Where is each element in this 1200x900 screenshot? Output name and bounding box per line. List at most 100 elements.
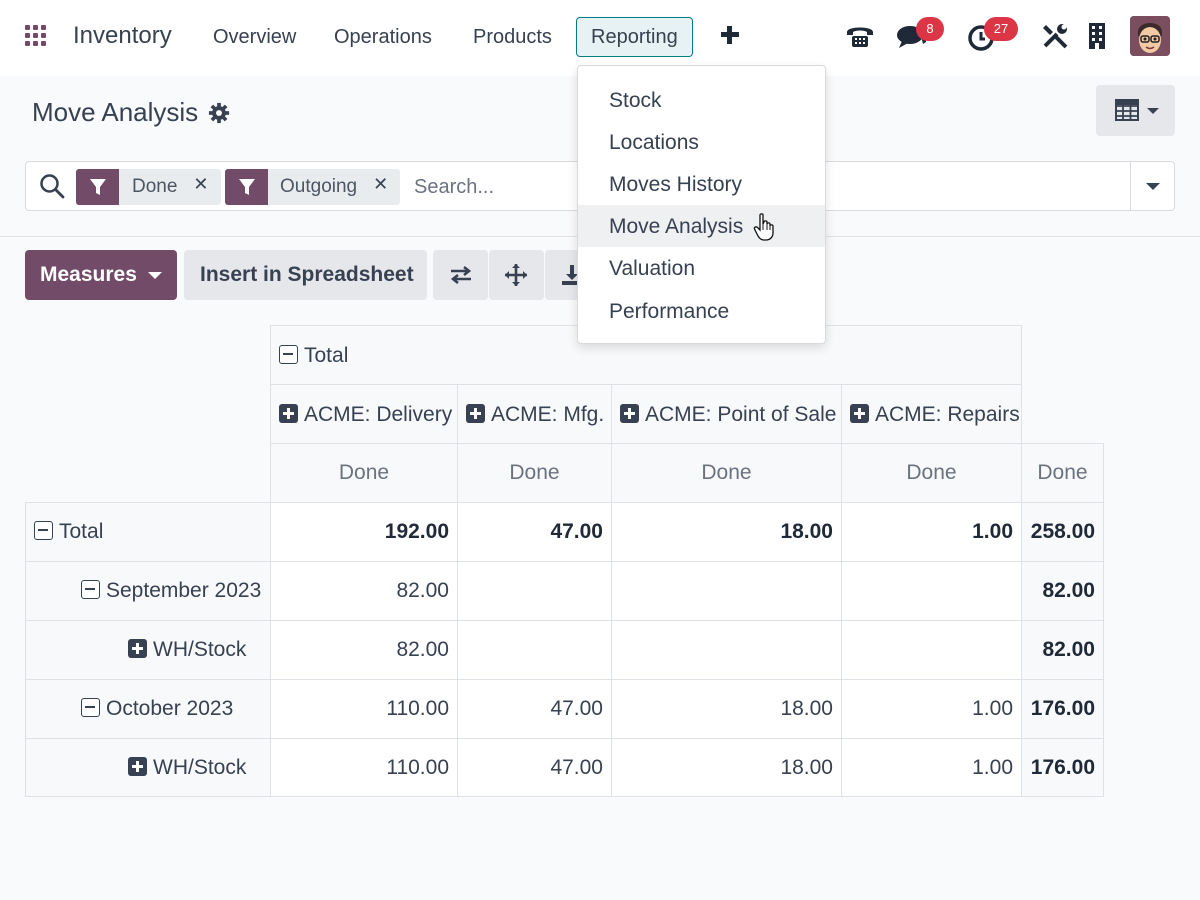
filter-facet-outgoing: Outgoing ✕ xyxy=(225,169,401,205)
col-header-pos[interactable]: ACME: Point of Sale xyxy=(611,384,842,444)
pivot-total-cell[interactable]: 176.00 xyxy=(1021,679,1104,739)
tools-icon[interactable] xyxy=(1041,22,1069,50)
pivot-cell[interactable]: 47.00 xyxy=(457,738,612,797)
menu-reporting[interactable]: Reporting xyxy=(576,17,693,57)
pivot-total-cell[interactable]: 82.00 xyxy=(1021,561,1104,621)
pivot-cell[interactable]: 1.00 xyxy=(841,738,1022,797)
col-header-label: ACME: Point of Sale xyxy=(645,403,837,426)
flip-axis-button[interactable] xyxy=(433,250,488,300)
collapse-icon xyxy=(81,698,100,717)
pivot-cell[interactable]: 82.00 xyxy=(270,561,458,621)
apps-icon[interactable] xyxy=(25,25,47,47)
pivot-cell[interactable] xyxy=(841,561,1022,621)
col-header-label: ACME: Repairs xyxy=(875,403,1020,426)
expand-icon xyxy=(128,757,147,776)
filter-icon xyxy=(225,169,268,205)
activities-badge: 27 xyxy=(984,17,1018,41)
close-icon[interactable]: ✕ xyxy=(367,169,400,205)
pivot-cell[interactable]: 18.00 xyxy=(611,502,842,562)
pivot-cell[interactable] xyxy=(457,620,612,680)
pivot-cell[interactable]: 47.00 xyxy=(457,679,612,739)
gear-icon[interactable] xyxy=(208,102,230,124)
pivot-cell[interactable]: 47.00 xyxy=(457,502,612,562)
pivot-cell[interactable] xyxy=(611,620,842,680)
menu-item-performance[interactable]: Performance xyxy=(578,290,825,332)
menu-item-moves-history[interactable]: Moves History xyxy=(578,163,825,205)
close-icon[interactable]: ✕ xyxy=(187,169,220,205)
row-header-total[interactable]: Total xyxy=(25,502,271,562)
pivot-cell[interactable]: 110.00 xyxy=(270,738,458,797)
measure-header[interactable]: Done xyxy=(611,443,842,503)
menu-item-valuation[interactable]: Valuation xyxy=(578,247,825,289)
pivot-cell[interactable]: 18.00 xyxy=(611,679,842,739)
menu-item-stock[interactable]: Stock xyxy=(578,79,825,121)
menu-products[interactable]: Products xyxy=(473,26,552,49)
pivot-total-cell[interactable]: 258.00 xyxy=(1021,502,1104,562)
expand-all-icon xyxy=(505,264,527,286)
row-header-wh-stock[interactable]: WH/Stock xyxy=(25,738,271,797)
pivot-total-cell[interactable]: 176.00 xyxy=(1021,738,1104,797)
measures-button[interactable]: Measures xyxy=(25,250,177,300)
search-options-toggle[interactable] xyxy=(1130,162,1175,210)
menu-item-locations[interactable]: Locations xyxy=(578,121,825,163)
menu-overview[interactable]: Overview xyxy=(213,26,296,49)
col-header-label: ACME: Delivery xyxy=(304,403,453,426)
menu-item-move-analysis[interactable]: Move Analysis xyxy=(578,205,825,247)
flip-axis-icon xyxy=(450,265,472,285)
pivot-view-switcher[interactable] xyxy=(1096,85,1175,136)
measures-label: Measures xyxy=(40,263,137,286)
collapse-icon xyxy=(34,521,53,540)
pivot-cell[interactable]: 18.00 xyxy=(611,738,842,797)
pivot-cell[interactable]: 1.00 xyxy=(841,502,1022,562)
pivot-cell[interactable] xyxy=(841,620,1022,680)
hand-cursor-icon xyxy=(753,213,774,241)
page-title: Move Analysis xyxy=(32,97,199,127)
avatar[interactable] xyxy=(1130,16,1170,56)
measure-header[interactable]: Done xyxy=(841,443,1022,503)
col-header-repairs[interactable]: ACME: Repairs xyxy=(841,384,1022,444)
collapse-icon xyxy=(81,580,100,599)
measure-header[interactable]: Done xyxy=(270,443,458,503)
facet-label: Outgoing xyxy=(280,176,358,197)
expand-icon xyxy=(279,404,298,423)
pivot-cell[interactable]: 1.00 xyxy=(841,679,1022,739)
pivot-cell[interactable]: 110.00 xyxy=(270,679,458,739)
col-header-total-label: Total xyxy=(304,344,349,367)
pivot-cell[interactable]: 82.00 xyxy=(270,620,458,680)
row-header-september[interactable]: September 2023 xyxy=(25,561,271,621)
expand-icon xyxy=(128,639,147,658)
building-icon[interactable] xyxy=(1087,22,1107,50)
row-header-label: October 2023 xyxy=(106,697,234,720)
collapse-icon xyxy=(279,345,298,364)
row-header-label: September 2023 xyxy=(106,579,262,602)
col-header-delivery[interactable]: ACME: Delivery xyxy=(270,384,458,444)
measure-header[interactable]: Done xyxy=(1021,443,1104,503)
col-header-mfg[interactable]: ACME: Mfg. xyxy=(457,384,612,444)
app-brand[interactable]: Inventory xyxy=(73,22,172,50)
facet-label: Done xyxy=(132,176,178,197)
caret-down-icon xyxy=(148,272,162,279)
row-header-october[interactable]: October 2023 xyxy=(25,679,271,739)
measure-header[interactable]: Done xyxy=(457,443,612,503)
menu-operations[interactable]: Operations xyxy=(334,26,432,49)
pivot-cell[interactable]: 192.00 xyxy=(270,502,458,562)
messages-badge: 8 xyxy=(916,17,944,41)
expand-icon xyxy=(466,404,485,423)
pivot-cell[interactable] xyxy=(457,561,612,621)
reporting-dropdown-menu: Stock Locations Moves History Move Analy… xyxy=(577,65,826,344)
plus-icon[interactable] xyxy=(719,24,741,46)
pivot-total-cell[interactable]: 82.00 xyxy=(1021,620,1104,680)
filter-icon xyxy=(76,169,119,205)
phone-icon[interactable] xyxy=(844,20,876,52)
chevron-down-icon xyxy=(1147,108,1159,114)
expand-icon xyxy=(620,404,639,423)
search-icon xyxy=(40,174,65,199)
insert-spreadsheet-button[interactable]: Insert in Spreadsheet xyxy=(184,250,427,300)
pivot-cell[interactable] xyxy=(611,561,842,621)
filter-facet-done: Done ✕ xyxy=(76,169,221,205)
row-header-wh-stock[interactable]: WH/Stock xyxy=(25,620,271,680)
expand-all-button[interactable] xyxy=(489,250,544,300)
row-header-label: WH/Stock xyxy=(153,756,247,779)
table-icon xyxy=(1115,99,1139,121)
expand-icon xyxy=(850,404,869,423)
